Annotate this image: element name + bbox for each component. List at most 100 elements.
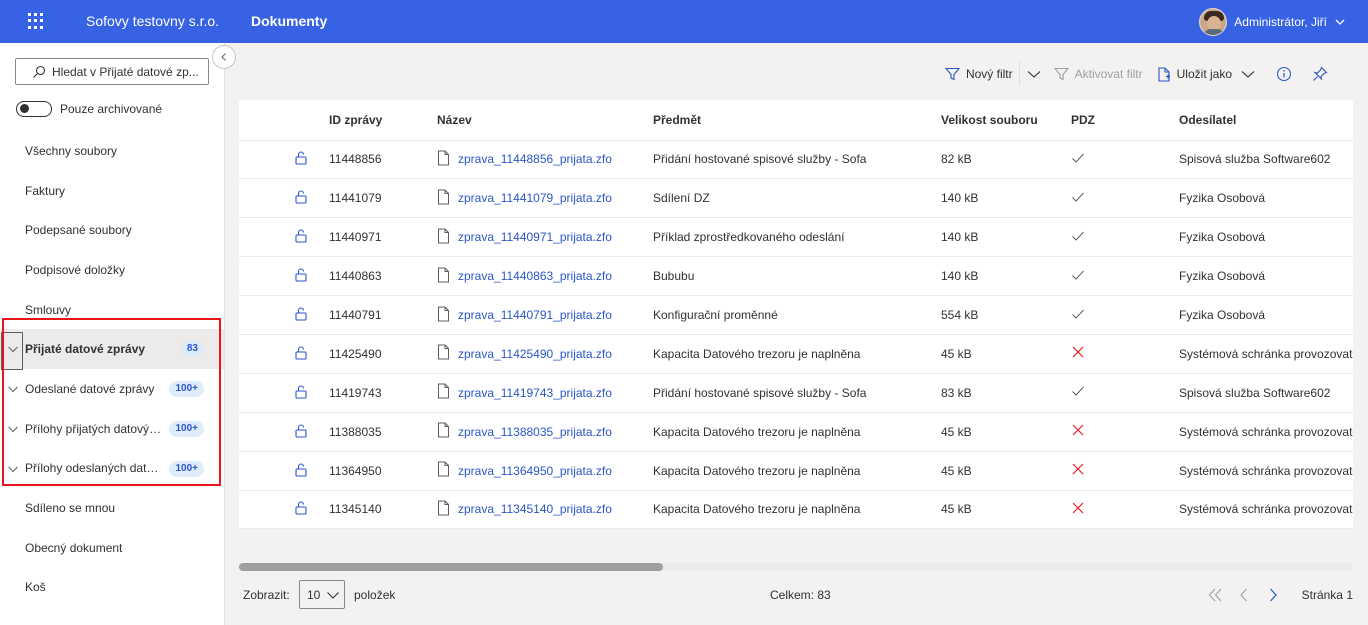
chevron-left-icon (221, 53, 226, 61)
sender-cell: Spisová služba Software602 (1179, 140, 1353, 180)
archive-toggle-row[interactable]: Pouze archivované (16, 101, 162, 117)
table-header-row: ID zprávy Název Předmět Velikost souboru… (239, 100, 1353, 141)
table-row[interactable]: 11419743 zprava_11419743_prijata.zfo Přidá… (239, 373, 1353, 413)
file-name-link[interactable]: zprava_11440863_prijata.zfo (458, 269, 612, 283)
column-header-id[interactable]: ID zprávy (329, 100, 437, 141)
check-icon (1071, 309, 1085, 323)
chevron-down-icon[interactable] (7, 463, 19, 475)
sidebar-item-label: Přílohy přijatých datových zpráv (25, 421, 163, 436)
sidebar-item-trash[interactable]: Koš (0, 568, 224, 608)
column-header-sender[interactable]: Odesílatel (1179, 100, 1353, 141)
lock-icon (294, 501, 308, 518)
save-document-icon (1158, 66, 1170, 82)
sender-cell: Systémová schránka provozovatele (1179, 334, 1353, 374)
info-icon[interactable] (1276, 66, 1292, 82)
file-name-link[interactable]: zprava_11440791_prijata.zfo (458, 308, 612, 322)
sender-cell: Spisová služba Software602 (1179, 373, 1353, 413)
subject-cell: Bububu (653, 256, 941, 297)
page-indicator: Stránka 1 (1301, 588, 1353, 602)
sidebar-item-contracts[interactable]: Smlouvy (0, 290, 224, 330)
column-header-subject[interactable]: Předmět (653, 100, 941, 141)
count-badge: 100+ (169, 420, 204, 437)
subject-cell: Kapacita Datového trezoru je naplněna (653, 490, 941, 529)
lock-icon (294, 229, 308, 246)
table-row[interactable]: 11448856 zprava_11448856_prijata.zfo Přidá… (239, 140, 1353, 180)
lock-icon (294, 424, 308, 441)
first-page-button[interactable] (1200, 581, 1230, 609)
sidebar-item-received-messages[interactable]: Přijaté datové zprávy 83 (0, 329, 224, 370)
collapse-sidebar-button[interactable] (212, 45, 236, 69)
sidebar-item-label: Podepsané soubory (25, 223, 132, 238)
sidebar-item-label: Přijaté datové zprávy (25, 342, 146, 357)
file-size-cell: 82 kB (941, 140, 1071, 180)
table-row[interactable]: 11345140 zprava_11345140_prijata.zfo Kapac… (239, 490, 1353, 529)
table-row[interactable]: 11364950 zprava_11364950_prijata.zfo Kapac… (239, 451, 1353, 491)
sidebar-item-shared-with-me[interactable]: Sdíleno se mnou (0, 488, 224, 528)
chevron-right-icon (1270, 588, 1277, 602)
next-page-button[interactable] (1259, 581, 1288, 609)
file-name-link[interactable]: zprava_11419743_prijata.zfo (458, 386, 612, 400)
app-header: Sofovy testovny s.r.o. Dokumenty Adminis… (0, 0, 1368, 43)
sidebar-item-label: Faktury (25, 183, 66, 198)
message-id-cell: 11345140 (329, 490, 437, 529)
new-filter-label: Nový filtr (965, 67, 1013, 81)
page-size-select[interactable]: 10 (299, 580, 345, 609)
table-row[interactable]: 11440791 zprava_11440791_prijata.zfo Konfi… (239, 295, 1353, 335)
file-size-cell: 140 kB (941, 256, 1071, 297)
column-header-name[interactable]: Název (437, 100, 653, 141)
file-name-link[interactable]: zprava_11345140_prijata.zfo (458, 502, 612, 516)
document-icon (437, 344, 450, 363)
activate-filter-button[interactable]: Aktivovat filtr (1053, 67, 1143, 81)
file-name-link[interactable]: zprava_11425490_prijata.zfo (458, 347, 612, 361)
avatar (1199, 8, 1228, 36)
table-row[interactable]: 11440971 zprava_11440971_prijata.zfo Příkl… (239, 217, 1353, 258)
save-as-button[interactable]: Uložit jako (1157, 66, 1256, 82)
new-filter-button[interactable]: Nový filtr (944, 67, 1013, 81)
sidebar-item-sent-messages[interactable]: Odeslané datové zprávy 100+ (0, 369, 224, 409)
table-row[interactable]: 11441079 zprava_11441079_prijata.zfo Sdíle… (239, 178, 1353, 219)
sender-cell: Systémová schránka provozovatele (1179, 412, 1353, 452)
sidebar-item-received-attachments[interactable]: Přílohy přijatých datových zpráv 100+ (0, 409, 224, 449)
company-name[interactable]: Sofovy testovny s.r.o. (86, 13, 219, 29)
file-name-link[interactable]: zprava_11388035_prijata.zfo (458, 425, 612, 439)
previous-page-button[interactable] (1229, 581, 1259, 609)
horizontal-scrollbar[interactable] (239, 563, 1353, 571)
table-row[interactable]: 11440863 zprava_11440863_prijata.zfo Bubub… (239, 256, 1353, 297)
chevron-down-icon[interactable] (7, 383, 19, 395)
document-icon (437, 228, 450, 247)
chevron-down-icon[interactable] (1026, 67, 1042, 81)
sidebar: Hledat v Přijaté datové zp... Pouze arch… (0, 43, 225, 625)
folder-nav: Všechny soubory Faktury Podepsané soubor… (0, 131, 224, 607)
user-menu[interactable]: Administrátor, Jiří (1199, 8, 1346, 36)
sidebar-item-label: Odeslané datové zprávy (25, 381, 155, 396)
sender-cell: Systémová schránka provozovatele (1179, 490, 1353, 529)
app-launcher-icon[interactable] (28, 13, 44, 29)
chevron-down-icon[interactable] (7, 423, 19, 435)
sidebar-item-signed-files[interactable]: Podepsané soubory (0, 210, 224, 250)
file-name-link[interactable]: zprava_11364950_prijata.zfo (458, 464, 612, 478)
scrollbar-thumb[interactable] (239, 563, 663, 571)
sidebar-item-signature-clauses[interactable]: Podpisové doložky (0, 250, 224, 290)
column-header-size[interactable]: Velikost souboru (941, 100, 1071, 141)
pin-icon[interactable] (1312, 66, 1328, 82)
lock-icon (294, 151, 308, 168)
search-input[interactable]: Hledat v Přijaté datové zp... (15, 58, 209, 85)
command-bar: Nový filtr Aktivovat filtr Uložit jako (944, 62, 1328, 86)
document-icon (437, 422, 450, 441)
sidebar-item-general-document[interactable]: Obecný dokument (0, 528, 224, 568)
sidebar-item-invoices[interactable]: Faktury (0, 171, 224, 211)
file-name-link[interactable]: zprava_11440971_prijata.zfo (458, 230, 612, 244)
table-row[interactable]: 11388035 zprava_11388035_prijata.zfo Kapac… (239, 412, 1353, 452)
file-size-cell: 45 kB (941, 451, 1071, 491)
sidebar-item-all-files[interactable]: Všechny soubory (0, 131, 224, 171)
file-name-link[interactable]: zprava_11448856_prijata.zfo (458, 152, 612, 166)
sender-cell: Systémová schránka provozovatele (1179, 451, 1353, 491)
lock-icon (294, 190, 308, 207)
file-name-link[interactable]: zprava_11441079_prijata.zfo (458, 191, 612, 205)
lock-icon (294, 385, 308, 402)
archive-toggle[interactable] (16, 101, 52, 117)
table-row[interactable]: 11425490 zprava_11425490_prijata.zfo Kapac… (239, 334, 1353, 374)
sidebar-item-sent-attachments[interactable]: Přílohy odeslaných datových zpráv 100+ (0, 449, 224, 489)
column-header-pdz[interactable]: PDZ (1071, 100, 1179, 141)
sender-cell: Fyzika Osobová (1179, 295, 1353, 335)
